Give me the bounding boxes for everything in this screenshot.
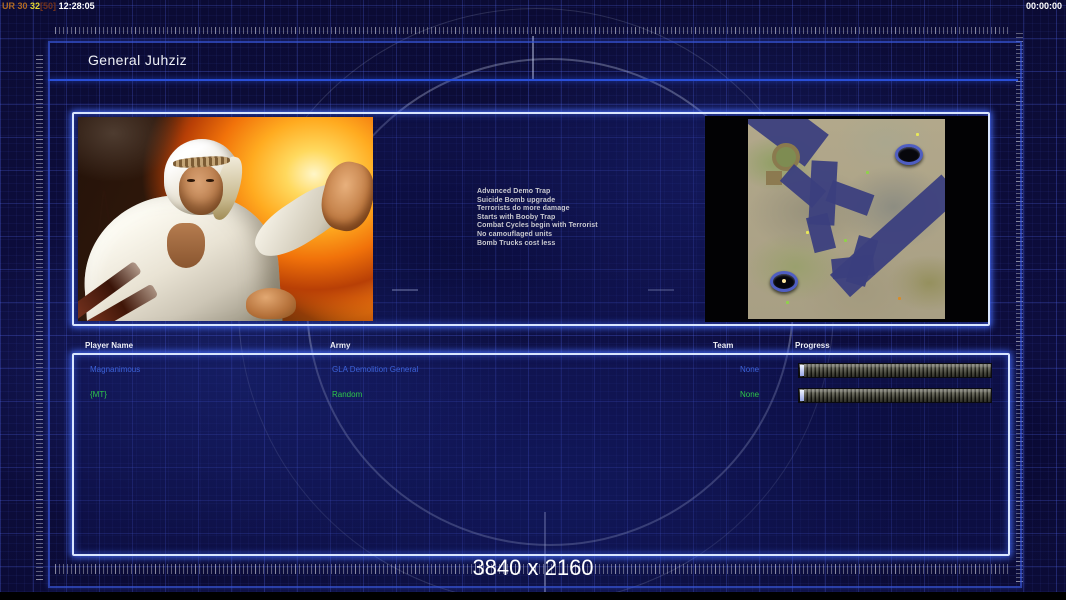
load-progress-bar bbox=[798, 363, 992, 378]
player-team: None bbox=[740, 390, 759, 399]
system-clock: 12:28:05 bbox=[59, 1, 95, 11]
progress-bar-lead bbox=[800, 390, 804, 401]
portrait-eye bbox=[187, 179, 195, 182]
match-timer: 00:00:00 bbox=[1026, 1, 1062, 11]
ruler-left bbox=[36, 55, 43, 580]
player-name: Magnanimous bbox=[90, 365, 140, 374]
portrait-chest bbox=[167, 223, 205, 268]
start-position-marker bbox=[770, 271, 798, 292]
player-row: {MT} Random None bbox=[74, 390, 1008, 406]
column-header-player-name: Player Name bbox=[85, 341, 133, 350]
header-underline bbox=[48, 79, 1018, 81]
faction-trait-list: Advanced Demo Trap Suicide Bomb upgrade … bbox=[477, 188, 598, 248]
progress-bar-lead bbox=[800, 365, 804, 376]
map-unit-dot bbox=[916, 133, 919, 136]
ruler-top bbox=[55, 27, 1010, 34]
player-army: Random bbox=[332, 390, 362, 399]
start-position-marker bbox=[895, 144, 923, 165]
map-building-patch bbox=[766, 171, 782, 185]
resolution-label: 3840 x 2160 bbox=[0, 555, 1066, 581]
player-army: GLA Demolition General bbox=[332, 365, 418, 374]
fps-cap: [50] bbox=[40, 1, 56, 11]
column-header-team: Team bbox=[713, 341, 733, 350]
trait-item: Bomb Trucks cost less bbox=[477, 240, 598, 249]
trait-item: Suicide Bomb upgrade bbox=[477, 197, 598, 206]
portrait-face bbox=[179, 165, 223, 215]
map-unit-dot bbox=[786, 301, 789, 304]
minimap-letterbox bbox=[705, 116, 988, 322]
trait-item: Terrorists do more damage bbox=[477, 205, 598, 214]
map-unit-dot bbox=[898, 297, 901, 300]
trait-item: Combat Cycles begin with Terrorist bbox=[477, 222, 598, 231]
map-preview bbox=[748, 119, 945, 319]
loading-screen: General Juhziz UR 30 32[50] 12:28:05 00:… bbox=[0, 0, 1066, 600]
letterbox-bottom bbox=[0, 592, 1066, 600]
player-name: {MT} bbox=[90, 390, 107, 399]
player-list-panel: Magnanimous GLA Demolition General None … bbox=[72, 353, 1010, 556]
fps-value: 32 bbox=[30, 1, 40, 11]
map-unit-dot bbox=[844, 239, 847, 242]
player-row: Magnanimous GLA Demolition General None bbox=[74, 365, 1008, 381]
performance-counter: UR 30 32[50] 12:28:05 bbox=[2, 1, 95, 11]
load-progress-bar bbox=[798, 388, 992, 403]
page-title: General Juhziz bbox=[88, 52, 187, 68]
map-unit-dot bbox=[866, 171, 869, 174]
player-team: None bbox=[740, 365, 759, 374]
trait-item: Advanced Demo Trap bbox=[477, 188, 598, 197]
general-info-panel: Advanced Demo Trap Suicide Bomb upgrade … bbox=[72, 112, 990, 326]
column-header-progress: Progress bbox=[795, 341, 830, 350]
portrait-eye bbox=[206, 179, 214, 182]
column-header-army: Army bbox=[330, 341, 350, 350]
portrait-lower-hand bbox=[246, 288, 296, 319]
trait-item: Starts with Booby Trap bbox=[477, 214, 598, 223]
trait-item: No camouflaged units bbox=[477, 231, 598, 240]
map-unit-dot bbox=[806, 231, 809, 234]
general-portrait-image bbox=[78, 117, 373, 321]
engine-rate: UR 30 bbox=[2, 1, 28, 11]
portrait-head bbox=[164, 139, 241, 229]
